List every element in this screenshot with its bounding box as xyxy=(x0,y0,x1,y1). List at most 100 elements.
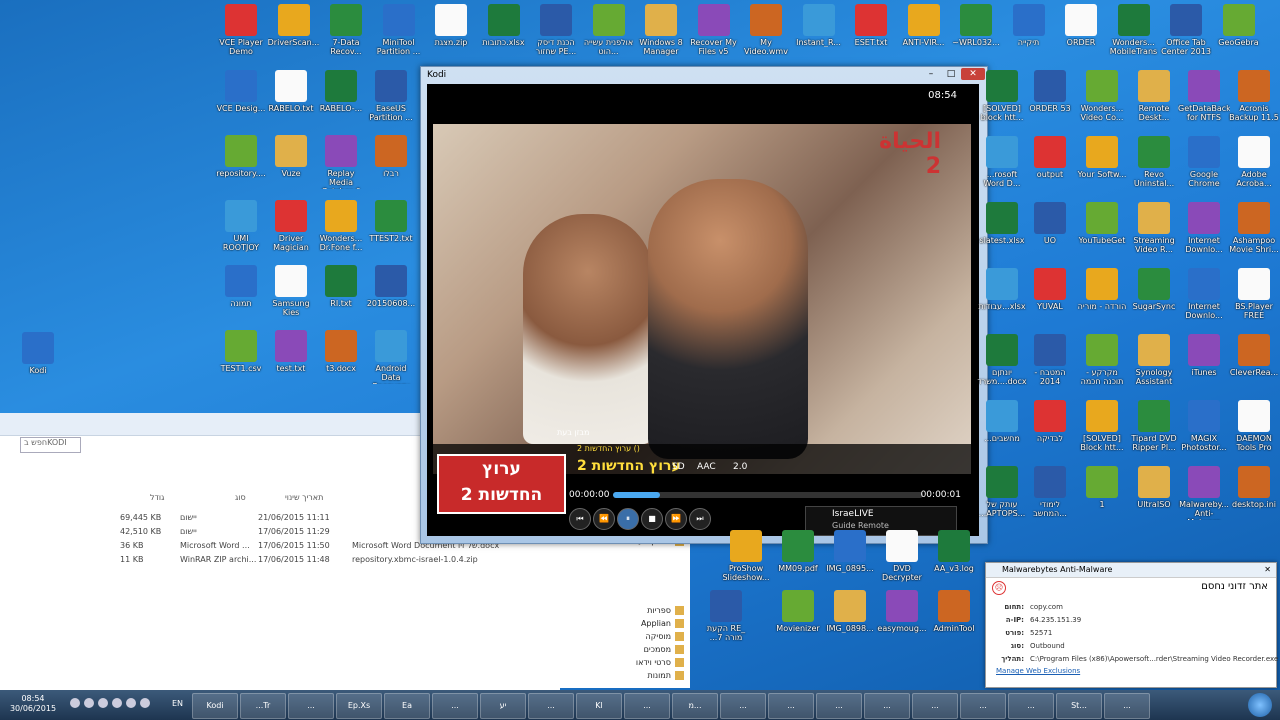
tray-icon[interactable] xyxy=(84,698,94,708)
desktop-icon[interactable]: עותק של ...APTOPS... xyxy=(976,466,1028,526)
desktop-icon[interactable]: SugarSync xyxy=(1128,268,1180,328)
desktop-icon[interactable]: TEST1.csv xyxy=(215,330,267,390)
desktop-icon[interactable]: RABELO.txt xyxy=(265,70,317,130)
desktop-icon[interactable]: 7-Data Recov... xyxy=(320,4,372,64)
desktop-icon[interactable]: Movienizer xyxy=(772,590,824,650)
taskbar-button[interactable]: ... xyxy=(768,693,814,719)
minimize-button[interactable]: – xyxy=(921,68,941,80)
desktop-icon[interactable]: Vuze xyxy=(265,135,317,195)
nav-item[interactable]: סרטי וידאו xyxy=(636,658,684,667)
taskbar-button[interactable]: ... xyxy=(528,693,574,719)
desktop-icon[interactable]: DAEMON Tools Pro xyxy=(1228,400,1280,460)
desktop-icon[interactable]: הורדה - מוריה xyxy=(1076,268,1128,328)
desktop-icon[interactable]: [SOLVED] Block htt... xyxy=(1076,400,1128,460)
nav-item[interactable]: מוסיקה xyxy=(646,632,684,641)
taskbar-button[interactable]: Ep.Xs xyxy=(336,693,382,719)
close-icon[interactable]: ✕ xyxy=(1264,563,1271,577)
table-row[interactable]: 11 KB WinRAR ZIP archi... 17/06/2015 11:48… xyxy=(0,555,510,568)
desktop-icon[interactable]: Wonders... Dr.Fone f... xyxy=(315,200,367,260)
desktop-icon[interactable]: 20150608... xyxy=(365,265,417,325)
taskbar-button[interactable]: ... xyxy=(432,693,478,719)
desktop-icon[interactable]: My Video.wmv xyxy=(740,4,792,64)
desktop-icon[interactable]: MiniTool Partition ... xyxy=(373,4,425,64)
desktop-icon[interactable]: מקרקע - תוכנה חכמה xyxy=(1076,334,1128,394)
explorer-search-input[interactable]: חפש בKODI xyxy=(20,437,81,453)
desktop-icon[interactable]: [SOLVED] block htt... xyxy=(976,70,1028,130)
desktop-icon[interactable]: GeoGebra xyxy=(1213,4,1265,64)
desktop-icon[interactable]: t3.docx xyxy=(315,330,367,390)
taskbar-button[interactable]: ... xyxy=(1008,693,1054,719)
maximize-button[interactable]: □ xyxy=(941,68,961,80)
pause-icon[interactable]: ⏸ xyxy=(617,508,639,530)
desktop-icon[interactable]: RABELO-... xyxy=(315,70,367,130)
desktop-icon[interactable]: DriverScan... xyxy=(268,4,320,64)
taskbar-button[interactable]: ... xyxy=(1104,693,1150,719)
desktop-icon[interactable]: כתובות.xlsx xyxy=(478,4,530,64)
desktop-icon[interactable]: Ashampoo Movie Shri... xyxy=(1228,202,1280,262)
desktop-icon[interactable]: iTunes xyxy=(1178,334,1230,394)
stop-icon[interactable]: ■ xyxy=(641,508,663,530)
desktop-icon[interactable]: easymoug... xyxy=(876,590,928,650)
desktop-icon[interactable]: Driver Magician xyxy=(265,200,317,260)
desktop-icon[interactable]: IMG_0895... xyxy=(824,530,876,590)
desktop-icon[interactable]: BS.Player FREE xyxy=(1228,268,1280,328)
desktop-icon[interactable]: TTEST2.txt xyxy=(365,200,417,260)
desktop-icon[interactable]: מצגת.zip xyxy=(425,4,477,64)
taskbar-button[interactable]: Ea xyxy=(384,693,430,719)
desktop-icon[interactable]: YUVAL xyxy=(1024,268,1076,328)
desktop-icon[interactable]: ORDER 53 xyxy=(1024,70,1076,130)
desktop-icon[interactable]: רבלו xyxy=(365,135,417,195)
taskbar-button[interactable]: ...Tr xyxy=(240,693,286,719)
desktop-icon[interactable]: ~WRL032... xyxy=(950,4,1002,64)
desktop-icon[interactable]: MAGIX Photostor... xyxy=(1178,400,1230,460)
taskbar-button[interactable]: ... xyxy=(720,693,766,719)
desktop-icon[interactable]: AdminTool xyxy=(928,590,980,650)
column-date[interactable]: תאריך שינוי xyxy=(285,493,323,502)
desktop-icon[interactable]: Google Chrome xyxy=(1178,136,1230,196)
desktop-icon[interactable]: ...rosoft Word D... xyxy=(976,136,1028,196)
desktop-icon[interactable]: Synology Assistant xyxy=(1128,334,1180,394)
tray-icon[interactable] xyxy=(126,698,136,708)
desktop-icon[interactable]: תיקייה xyxy=(1003,4,1055,64)
taskbar-button[interactable]: יע xyxy=(480,693,526,719)
taskbar-button[interactable]: ... xyxy=(624,693,670,719)
desktop-icon[interactable]: ProShow Slideshow... xyxy=(720,530,772,590)
desktop-icon[interactable]: אולפנית עשייה הוט... xyxy=(583,4,635,64)
desktop-icon[interactable]: Revo Uninstal... xyxy=(1128,136,1180,196)
taskbar-button[interactable]: Kodi xyxy=(192,693,238,719)
desktop-icon[interactable]: AA_v3.log xyxy=(928,530,980,590)
desktop-icon[interactable]: ...מחשבים xyxy=(976,400,1028,460)
column-type[interactable]: סוג xyxy=(235,493,246,502)
desktop-icon[interactable]: test.txt xyxy=(265,330,317,390)
nav-item[interactable]: Applian xyxy=(641,619,684,628)
desktop-icon[interactable]: עבודות...xlsx xyxy=(976,268,1028,328)
desktop-icon[interactable]: הכנת דיסק שחזור PE... xyxy=(530,4,582,64)
desktop-icon[interactable]: Tipard DVD Ripper Pl... xyxy=(1128,400,1180,460)
desktop-icon[interactable]: Replay Media Catcher 6 xyxy=(315,135,367,195)
language-indicator[interactable]: EN xyxy=(172,699,183,708)
column-size[interactable]: גודל xyxy=(150,493,164,502)
desktop-icon[interactable]: Adobe Acroba... xyxy=(1228,136,1280,196)
taskbar-button[interactable]: ... xyxy=(864,693,910,719)
taskbar-button[interactable]: Kl xyxy=(576,693,622,719)
desktop-icon[interactable]: UO xyxy=(1024,202,1076,262)
seek-bar[interactable] xyxy=(613,492,923,498)
kodi-player[interactable]: 08:54 الحياة 2 מבזן בעת ערוץ החדשות 2 ()… xyxy=(427,84,979,536)
tray-icon[interactable] xyxy=(112,698,122,708)
start-button[interactable] xyxy=(1248,693,1272,717)
desktop-icon[interactable]: CleverRea... xyxy=(1228,334,1280,394)
desktop-icon[interactable]: Malwareby... Anti-Malware xyxy=(1178,466,1230,526)
desktop-icon[interactable]: UMI ROOTJOY xyxy=(215,200,267,260)
tray-icon[interactable] xyxy=(98,698,108,708)
desktop-icon[interactable]: לבדיקה xyxy=(1024,400,1076,460)
desktop-icon[interactable]: יונתןם ...משרד.docx xyxy=(976,334,1028,394)
desktop-icon[interactable]: GetDataBack for NTFS xyxy=(1178,70,1230,130)
desktop-icon[interactable]: ESET.txt xyxy=(845,4,897,64)
desktop-icon[interactable]: IMG_0898... xyxy=(824,590,876,650)
desktop-icon[interactable]: Kodi xyxy=(12,332,64,392)
desktop-icon[interactable]: RI.txt xyxy=(315,265,367,325)
rewind-icon[interactable]: ⏪ xyxy=(593,508,615,530)
desktop-icon[interactable]: Windows 8 Manager xyxy=(635,4,687,64)
desktop-icon[interactable]: Internet Downlo... xyxy=(1178,268,1230,328)
desktop-icon[interactable]: Remote Deskt... xyxy=(1128,70,1180,130)
